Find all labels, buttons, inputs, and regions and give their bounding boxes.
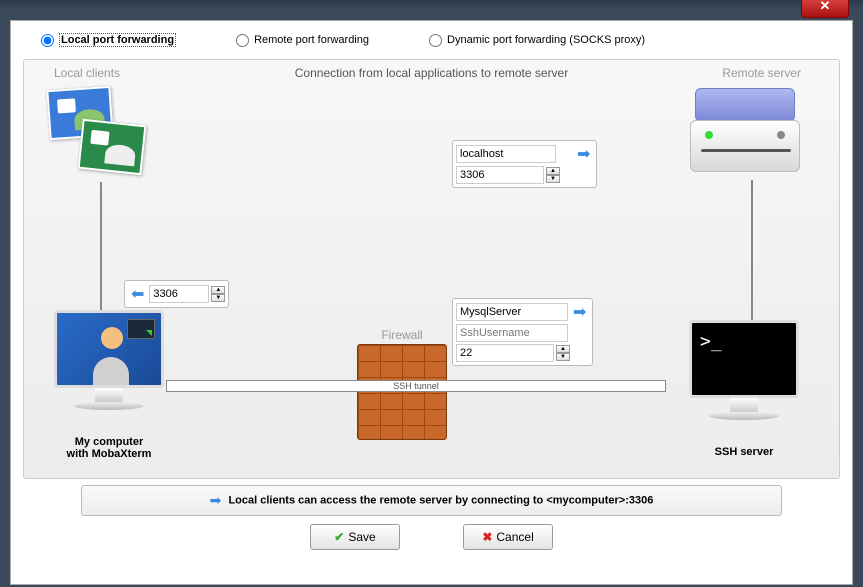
line-remote	[751, 180, 753, 320]
local-port-down[interactable]: ▼	[211, 294, 225, 302]
cross-icon: ✖	[482, 530, 492, 544]
my-computer-icon	[44, 310, 174, 410]
ssh-host-input[interactable]	[456, 303, 568, 321]
ssh-server-group: ➡ ▲ ▼	[452, 298, 593, 366]
info-text: Local clients can access the remote serv…	[228, 494, 653, 506]
tunnel-diagram: Local clients Connection from local appl…	[23, 59, 840, 479]
forwarding-type-radios: Local port forwarding Remote port forwar…	[11, 21, 852, 55]
check-icon: ✔	[334, 530, 344, 544]
arrow-right-icon: ➡	[210, 492, 222, 508]
ssh-server-caption: SSH server	[679, 446, 809, 458]
local-port-group: ⬅ ▲ ▼	[124, 280, 229, 308]
dialog-buttons: ✔Save ✖Cancel	[11, 524, 852, 550]
radio-dynamic-input[interactable]	[429, 34, 442, 47]
arrow-left-icon: ⬅	[128, 284, 147, 304]
local-clients-icon	[48, 88, 158, 178]
ssh-tunnel-label: SSH tunnel	[166, 380, 666, 392]
radio-dynamic-label: Dynamic port forwarding (SOCKS proxy)	[447, 34, 645, 46]
ssh-server-icon: >_	[679, 320, 809, 420]
connection-description: Connection from local applications to re…	[295, 66, 568, 80]
remote-server-icon	[685, 88, 805, 178]
save-button[interactable]: ✔Save	[310, 524, 400, 550]
local-port-up[interactable]: ▲	[211, 286, 225, 294]
radio-dynamic-forwarding[interactable]: Dynamic port forwarding (SOCKS proxy)	[429, 33, 645, 47]
radio-local-input[interactable]	[41, 34, 54, 47]
ssh-port-input[interactable]	[456, 344, 554, 362]
arrow-right-icon: ➡	[574, 144, 593, 164]
terminal-prompt-icon: >_	[700, 331, 722, 352]
remote-port-up[interactable]: ▲	[546, 167, 560, 175]
firewall-label: Firewall	[352, 328, 452, 342]
radio-remote-label: Remote port forwarding	[254, 34, 369, 46]
info-bar: ➡ Local clients can access the remote se…	[81, 485, 782, 516]
radio-remote-forwarding[interactable]: Remote port forwarding	[236, 33, 369, 47]
arrow-right-icon: ➡	[570, 302, 589, 322]
radio-local-label: Local port forwarding	[59, 33, 176, 47]
my-computer-caption: My computer with MobaXterm	[44, 436, 174, 460]
cancel-button[interactable]: ✖Cancel	[463, 524, 553, 550]
ssh-port-up[interactable]: ▲	[556, 345, 570, 353]
remote-port-input[interactable]	[456, 166, 544, 184]
line-local	[100, 182, 102, 312]
local-clients-heading: Local clients	[54, 66, 120, 80]
ssh-username-input[interactable]	[456, 324, 568, 342]
close-button[interactable]: ✕	[801, 0, 849, 18]
remote-port-down[interactable]: ▼	[546, 175, 560, 183]
ssh-port-down[interactable]: ▼	[556, 353, 570, 361]
radio-remote-input[interactable]	[236, 34, 249, 47]
remote-server-heading: Remote server	[722, 66, 801, 80]
radio-local-forwarding[interactable]: Local port forwarding	[41, 33, 176, 47]
port-forwarding-dialog: Local port forwarding Remote port forwar…	[10, 20, 853, 585]
remote-host-input[interactable]	[456, 145, 556, 163]
local-port-input[interactable]	[149, 285, 209, 303]
remote-server-group: ➡ ▲ ▼	[452, 140, 597, 188]
